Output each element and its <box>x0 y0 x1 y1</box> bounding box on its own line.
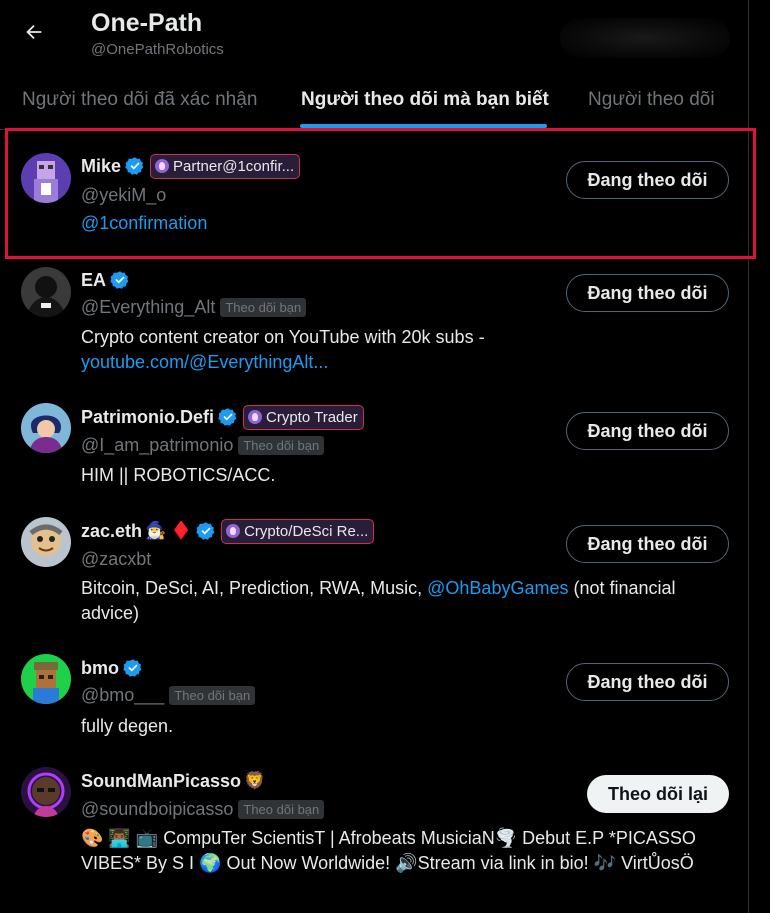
bio-text: Bitcoin, DeSci, AI, Prediction, RWA, Mus… <box>81 578 423 598</box>
page-handle: @OnePathRobotics <box>91 41 224 58</box>
verified-badge-icon <box>218 408 237 426</box>
user-bio: @1confirmation <box>81 211 731 236</box>
avatar[interactable] <box>21 767 71 817</box>
affiliate-logo-icon <box>248 410 263 424</box>
bio-text: Crypto content creator on YouTube with 2… <box>81 327 485 347</box>
user-name[interactable]: Patrimonio.Defi <box>81 407 214 428</box>
avatar[interactable] <box>21 267 71 317</box>
following-button[interactable]: Đang theo dõi <box>566 274 729 312</box>
user-row[interactable]: SoundManPicasso 🦁 @soundboipicasso Theo … <box>0 760 748 913</box>
name-emoji: 🦁 <box>244 771 266 790</box>
avatar[interactable] <box>21 153 71 203</box>
user-row[interactable]: EA @Everything_Alt Theo dõi bạn Crypto c… <box>0 260 748 388</box>
back-button[interactable] <box>14 12 54 52</box>
follows-you-label: Theo dõi bạn <box>238 435 325 455</box>
tab-followers-you-know[interactable]: Người theo dõi mà bạn biết <box>301 70 549 129</box>
user-bio: 🎨 👨🏾‍💻 📺 CompuTer ScientisT | Afrobeats … <box>81 828 696 873</box>
user-handle[interactable]: @yekiM_o <box>81 185 166 206</box>
affiliate-logo-icon <box>226 524 241 538</box>
user-handle[interactable]: @I_am_patrimonio <box>81 435 233 456</box>
user-bio: HIM || ROBOTICS/ACC. <box>81 465 276 485</box>
user-name[interactable]: Mike <box>81 156 121 177</box>
follows-you-label: Theo dõi bạn <box>238 799 325 819</box>
bio-link[interactable]: @1confirmation <box>81 213 207 233</box>
avatar[interactable] <box>21 517 71 567</box>
arrow-left-icon <box>26 24 42 40</box>
user-bio: Crypto content creator on YouTube with 2… <box>81 325 731 375</box>
user-name[interactable]: bmo <box>81 658 119 679</box>
affiliate-badge[interactable]: Partner@1confir... <box>150 153 301 179</box>
affiliate-badge[interactable]: Crypto Trader <box>243 404 364 430</box>
verified-badge-icon <box>125 157 144 175</box>
active-tab-indicator <box>300 124 547 128</box>
user-handle[interactable]: @bmo___ <box>81 685 164 706</box>
page-title: One-Path <box>91 9 203 37</box>
follows-you-label: Theo dõi bạn <box>169 685 256 705</box>
affiliate-badge-label: Crypto/DeSci Re... <box>244 522 369 540</box>
verified-badge-icon <box>110 271 129 289</box>
user-name[interactable]: EA <box>81 270 106 291</box>
tab-bar: Người theo dõi đã xác nhận Người theo dõ… <box>0 70 748 130</box>
affiliate-badge[interactable]: Crypto/DeSci Re... <box>221 518 375 544</box>
verified-badge-icon <box>123 659 142 677</box>
user-bio: Bitcoin, DeSci, AI, Prediction, RWA, Mus… <box>81 576 731 626</box>
user-bio: fully degen. <box>81 716 174 736</box>
user-name[interactable]: SoundManPicasso <box>81 771 241 792</box>
bio-link[interactable]: @OhBabyGames <box>427 578 568 598</box>
following-button[interactable]: Đang theo dõi <box>566 412 729 450</box>
name-emoji: 🧙‍♂️ ♦️ <box>145 521 193 540</box>
profile-header: One-Path @OnePathRobotics <box>0 0 748 70</box>
user-row[interactable]: Mike Partner@1confir... @yekiM_o @1confi… <box>0 140 748 260</box>
affiliate-badge-label: Partner@1confir... <box>173 157 295 175</box>
user-row[interactable]: zac.eth 🧙‍♂️ ♦️ Crypto/DeSci Re... @zacx… <box>0 512 748 652</box>
user-row[interactable]: Patrimonio.Defi Crypto Trader @I_am_patr… <box>0 388 748 512</box>
following-button[interactable]: Đang theo dõi <box>566 663 729 701</box>
user-handle[interactable]: @Everything_Alt <box>81 297 215 318</box>
bio-link[interactable]: youtube.com/@EverythingAlt... <box>81 352 328 372</box>
following-button[interactable]: Đang theo dõi <box>566 525 729 563</box>
verified-badge-icon <box>196 522 215 540</box>
affiliate-logo-icon <box>155 159 170 173</box>
user-row[interactable]: bmo @bmo___ Theo dõi bạn fully degen. Đa… <box>0 652 748 760</box>
follow-back-button[interactable]: Theo dõi lại <box>587 775 729 813</box>
following-button[interactable]: Đang theo dõi <box>566 161 729 199</box>
column-divider <box>748 0 749 913</box>
user-handle[interactable]: @zacxbt <box>81 549 151 570</box>
tab-verified-followers[interactable]: Người theo dõi đã xác nhận <box>22 70 257 129</box>
avatar[interactable] <box>21 403 71 453</box>
tab-followers[interactable]: Người theo dõi <box>588 70 715 129</box>
follows-you-label: Theo dõi bạn <box>220 297 307 317</box>
header-background-blur <box>560 18 730 58</box>
user-name[interactable]: zac.eth <box>81 521 142 542</box>
avatar[interactable] <box>21 654 71 704</box>
user-handle[interactable]: @soundboipicasso <box>81 799 233 820</box>
affiliate-badge-label: Crypto Trader <box>266 408 358 426</box>
